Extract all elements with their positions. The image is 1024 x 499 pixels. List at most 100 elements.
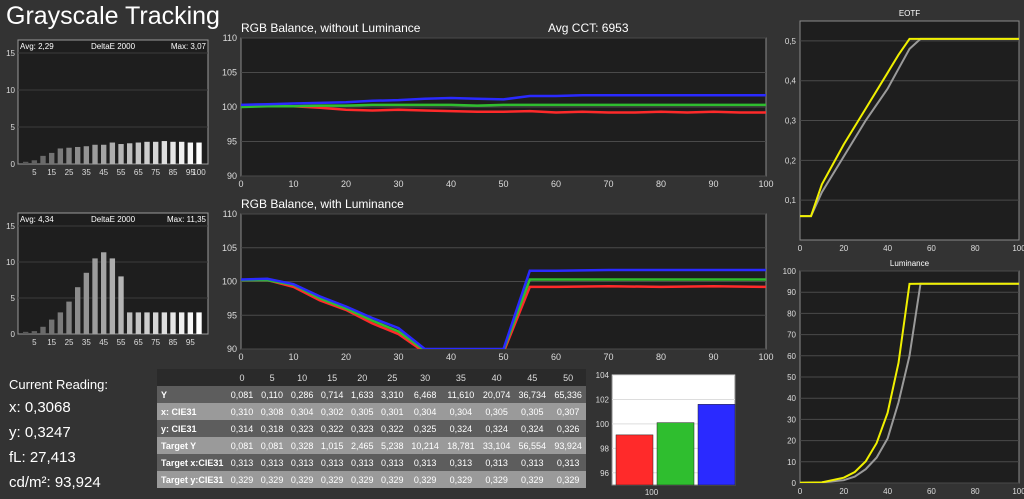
table-row: x: CIE31 0,310 0,308 0,304 0,302 0,305 0,301 0,… (157, 403, 586, 420)
deltae_bottom-bar (196, 312, 202, 334)
measurement-table: 0 5 10 15 20 25 30 35 40 45 50 Y 0,081 0,110 0,286 0,71… (157, 369, 586, 488)
table-cell: 0,314 (227, 420, 258, 437)
deltae_top-x-tick-label: 55 (117, 168, 126, 177)
rgb-bars-y-tick-label: 104 (596, 371, 610, 380)
eotf-x-tick-label: 80 (971, 244, 980, 253)
deltae_bottom-x-tick-label: 5 (32, 338, 37, 347)
current-reading-label: Current Reading: (9, 377, 108, 392)
deltae_top-bar (31, 160, 38, 164)
rgb_with-x-tick-label: 80 (656, 352, 666, 362)
deltae_top-bar (109, 142, 116, 164)
table-row: y: CIE31 0,314 0,318 0,323 0,322 0,323 0,322 0,… (157, 420, 586, 437)
table-cell: 0,313 (287, 454, 318, 471)
deltae_top-bar (101, 144, 107, 164)
table-row-label: Target x:CIE31 (157, 454, 227, 471)
rgb_with-x-tick-label: 0 (238, 352, 243, 362)
deltae_bottom-x-tick-label: 85 (169, 338, 178, 347)
luminance-x-tick-label: 40 (883, 487, 892, 496)
deltae_top-max-label: Max: 3,07 (171, 42, 207, 51)
deltae_top-bar (75, 146, 81, 164)
deltae_bottom-y-tick-label: 0 (11, 330, 16, 339)
table-cell: 0,110 (257, 386, 288, 403)
rgb_without-x-tick-label: 100 (758, 179, 773, 189)
deltae_top-bar (49, 152, 55, 164)
deltae_bottom-bar (57, 312, 64, 334)
deltae_top-y-tick-label: 0 (11, 160, 16, 169)
deltae_bottom-bar (101, 252, 107, 334)
table-cell: 0,329 (347, 471, 378, 488)
deltae_top-bar (170, 141, 176, 164)
table-cell: 0,313 (550, 454, 586, 471)
table-cell: 0,329 (514, 471, 551, 488)
luminance-x-tick-label: 60 (927, 487, 936, 496)
luminance-y-tick-label: 60 (787, 352, 796, 361)
deltae_bottom-x-tick-label: 45 (99, 338, 108, 347)
table-cell: 0,286 (287, 386, 318, 403)
rgb_without-x-tick-label: 70 (603, 179, 613, 189)
luminance-y-tick-label: 70 (787, 331, 796, 340)
table-cell: 0,323 (287, 420, 318, 437)
table-row-label: y: CIE31 (157, 420, 227, 437)
rgb_without-x-tick-label: 50 (498, 179, 508, 189)
table-cell: 0,329 (443, 471, 479, 488)
deltae_bottom-bar (83, 272, 90, 334)
table-cell: 0,313 (317, 454, 348, 471)
luminance-y-tick-label: 20 (787, 437, 796, 446)
deltae_top-bar (92, 144, 98, 164)
rgb_without-x-tick-label: 90 (708, 179, 718, 189)
rgb_with-y-tick-label: 105 (222, 243, 237, 253)
table-cell: 0,329 (227, 471, 258, 488)
deltae_top-x-tick-label: 65 (134, 168, 143, 177)
table-row: Target y:CIE31 0,329 0,329 0,329 0,329 0,329 0… (157, 471, 586, 488)
table-cell: 0,302 (317, 403, 348, 420)
luminance-y-tick-label: 30 (787, 415, 796, 424)
deltae_top-avg-label: Avg: 2,29 (20, 42, 54, 51)
eotf-y-tick-label: 0,5 (785, 37, 797, 46)
deltae_bottom-bar (75, 287, 81, 334)
deltae_top-title: DeltaE 2000 (91, 42, 136, 51)
current-reading-luminance: cd/m²: 93,924 (9, 474, 101, 491)
deltae_top-bar (144, 141, 150, 164)
eotf-x-tick-label: 60 (927, 244, 936, 253)
rgb_with-x-tick-label: 50 (498, 352, 508, 362)
rgb_without-y-tick-label: 90 (227, 171, 237, 181)
rgb_with-x-tick-label: 40 (446, 352, 456, 362)
rgb-without-title: RGB Balance, without Luminance (241, 21, 421, 35)
table-header-cell: 10 (287, 369, 318, 386)
deltae_bottom-bar (92, 258, 98, 334)
deltae_top-bar (57, 148, 64, 164)
deltae_bottom-x-tick-label: 55 (117, 338, 126, 347)
table-cell: 0,329 (377, 471, 408, 488)
rgb_without-x-tick-label: 40 (446, 179, 456, 189)
deltae_top-x-tick-label: 100 (192, 168, 206, 177)
deltae_top-bar (83, 146, 90, 164)
deltae_top-bar (40, 155, 46, 164)
luminance-title: Luminance (890, 259, 930, 268)
rgb-bar-blue (697, 404, 736, 486)
table-cell: 0,307 (550, 403, 586, 420)
deltae_top-bar (135, 142, 142, 164)
table-cell: 0,304 (443, 403, 479, 420)
table-cell: 0,329 (407, 471, 443, 488)
deltae_top-x-tick-label: 35 (82, 168, 91, 177)
deltae_top-bar (66, 147, 72, 164)
table-cell: 18,781 (443, 437, 479, 454)
table-cell: 93,924 (550, 437, 586, 454)
deltae_bottom-x-tick-label: 95 (186, 338, 195, 347)
deltae_bottom-bar (40, 326, 46, 334)
deltae_bottom-x-tick-label: 75 (151, 338, 160, 347)
table-cell: 0,322 (317, 420, 348, 437)
rgb_with-y-tick-label: 90 (227, 344, 237, 354)
rgb_without-y-tick-label: 100 (222, 102, 237, 112)
deltae_top-x-tick-label: 5 (32, 168, 37, 177)
deltae_bottom-y-tick-label: 10 (6, 258, 15, 267)
table-cell: 0,325 (407, 420, 443, 437)
deltae_bottom-bar (135, 312, 142, 334)
table-cell: 0,329 (317, 471, 348, 488)
table-header-cell: 0 (227, 369, 258, 386)
table-cell: 0,313 (407, 454, 443, 471)
rgb_without-x-tick-label: 0 (238, 179, 243, 189)
eotf-x-tick-label: 20 (839, 244, 848, 253)
eotf-panel (799, 20, 1020, 241)
deltae_top-x-tick-label: 75 (151, 168, 160, 177)
